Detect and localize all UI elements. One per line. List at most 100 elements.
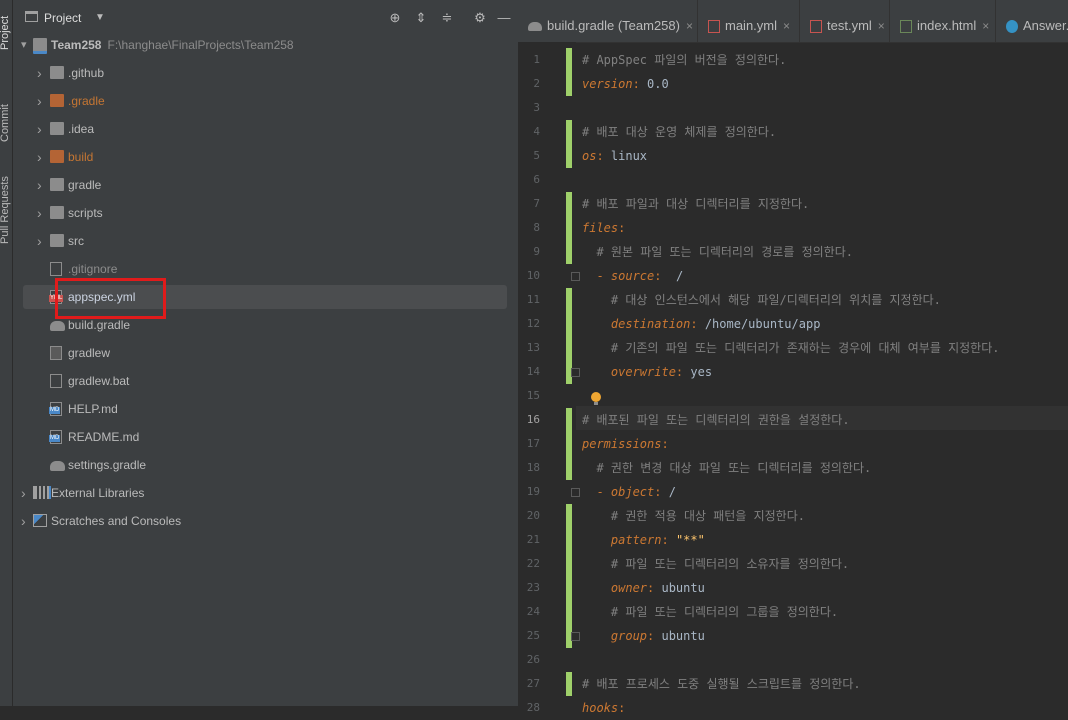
yml-icon <box>810 20 822 34</box>
tree-item-label: src <box>68 229 84 253</box>
code-token: destination <box>582 317 691 331</box>
tree-item-build[interactable]: › build <box>13 145 518 169</box>
chevron-right-icon[interactable]: › <box>37 117 47 141</box>
tree-item-settings-gradle[interactable]: settings.gradle <box>13 453 518 477</box>
code-token: # 배포 대상 운영 체제를 정의한다. <box>582 125 777 139</box>
chevron-right-icon[interactable]: › <box>37 229 47 253</box>
module-folder-icon <box>33 38 47 54</box>
code-token: # 파일 또는 디렉터리의 그룹을 정의한다. <box>582 605 839 619</box>
tree-item-idea[interactable]: › .idea <box>13 117 518 141</box>
code-token: pattern <box>582 533 662 547</box>
tree-item-readme-md[interactable]: MD README.md <box>13 425 518 449</box>
chevron-down-icon[interactable]: ▼ <box>95 12 105 23</box>
project-panel: Project ▼ ⊕ ⇕ ≑ ⚙ — ▾ Team258 F:\hanghae\F… <box>13 0 518 706</box>
code-area[interactable]: # AppSpec 파일의 버전을 정의한다. version: 0.0 # 배포 … <box>518 42 1068 715</box>
chevron-right-icon[interactable]: › <box>37 145 47 169</box>
tree-item-gradle[interactable]: › .gradle <box>13 89 518 113</box>
close-icon[interactable]: × <box>686 19 693 33</box>
code-line: # 배포된 파일 또는 디렉터리의 권한을 설정한다. <box>582 408 850 432</box>
code-line: # 기존의 파일 또는 디렉터리가 존재하는 경우에 대체 여부를 지정한다. <box>582 336 1000 360</box>
code-token: # AppSpec 파일의 버전을 정의한다. <box>582 53 787 67</box>
chevron-right-icon[interactable]: › <box>37 173 47 197</box>
tree-item-scratches-and-consoles[interactable]: › Scratches and Consoles <box>13 509 518 533</box>
folder-icon <box>50 122 64 135</box>
intention-bulb-icon[interactable] <box>591 392 601 405</box>
chevron-right-icon[interactable]: › <box>37 89 47 113</box>
code-token: # 원본 파일 또는 디렉터리의 경로를 정의한다. <box>582 245 853 259</box>
chevron-right-icon[interactable]: › <box>21 509 31 533</box>
code-token: : <box>647 629 662 643</box>
tree-item-gradle[interactable]: › gradle <box>13 173 518 197</box>
chevron-right-icon[interactable]: › <box>37 61 47 85</box>
tree-item-scripts[interactable]: › scripts <box>13 201 518 225</box>
tree-item-name: Team258 <box>51 38 102 52</box>
file-type-tag: MD <box>49 435 61 442</box>
tree-item-label: gradle <box>68 173 101 197</box>
code-line: overwrite: yes <box>582 360 712 384</box>
code-token: ubuntu <box>661 629 705 643</box>
tree-item-help-md[interactable]: MD HELP.md <box>13 397 518 421</box>
tree-item-name: README.md <box>68 430 140 444</box>
code-token: version <box>582 77 633 91</box>
code-token: : <box>661 437 669 451</box>
tree-item-gradlew-bat[interactable]: gradlew.bat <box>13 369 518 393</box>
code-line: version: 0.0 <box>582 72 669 96</box>
editor-tab-label: Answer.j <box>1023 18 1068 33</box>
editor-tab[interactable]: main.yml × <box>698 0 800 42</box>
tree-item-team258[interactable]: ▾ Team258 F:\hanghae\FinalProjects\Team258 <box>13 33 518 57</box>
code-line: # 권한 적용 대상 패턴을 지정한다. <box>582 504 805 528</box>
editor-tab-label: build.gradle (Team258) <box>547 18 680 33</box>
code-token: "**" <box>675 533 705 547</box>
editor-tab-label: test.yml <box>827 18 872 33</box>
hide-icon[interactable]: — <box>496 10 512 26</box>
close-icon[interactable]: × <box>982 19 989 33</box>
editor-tab[interactable]: Answer.j <box>996 0 1068 42</box>
expand-all-icon[interactable]: ⇕ <box>413 10 429 26</box>
code-token: os <box>582 149 597 163</box>
tree-item-github[interactable]: › .github <box>13 61 518 85</box>
locate-icon[interactable]: ⊕ <box>387 10 403 26</box>
tree-item-gradlew[interactable]: gradlew <box>13 341 518 365</box>
code-line: pattern: "**" <box>582 528 705 552</box>
toolstrip-tab-project[interactable]: Project <box>0 16 11 50</box>
gradle-icon <box>528 22 542 32</box>
code-token: linux <box>610 149 648 163</box>
toolstrip-tab-pull-requests[interactable]: Pull Requests <box>0 176 11 244</box>
code-token: / <box>675 269 684 283</box>
chevron-right-icon[interactable]: › <box>37 201 47 225</box>
code-token: - <box>582 269 611 283</box>
project-view-selector[interactable]: Project <box>44 11 81 25</box>
tree-item-src[interactable]: › src <box>13 229 518 253</box>
shell-file-icon <box>50 346 62 360</box>
editor-tab[interactable]: build.gradle (Team258) × <box>518 0 698 42</box>
toolstrip-tab-commit[interactable]: Commit <box>0 104 11 142</box>
chevron-right-icon[interactable]: › <box>21 481 31 505</box>
tree-item-name: settings.gradle <box>68 458 147 472</box>
code-token: : <box>690 317 705 331</box>
editor-tab-label: main.yml <box>725 18 778 33</box>
tree-item-label: scripts <box>68 201 103 225</box>
code-token: # 권한 적용 대상 패턴을 지정한다. <box>582 509 805 523</box>
code-token: # 기존의 파일 또는 디렉터리가 존재하는 경우에 대체 여부를 지정한다. <box>582 341 1000 355</box>
tree-item-external-libraries[interactable]: › External Libraries <box>13 481 518 505</box>
close-icon[interactable]: × <box>878 19 885 33</box>
close-icon[interactable]: × <box>783 19 790 33</box>
folder-icon <box>50 66 64 79</box>
file-icon <box>50 262 62 276</box>
editor-tab[interactable]: test.yml × <box>800 0 890 42</box>
code-token: owner <box>582 581 648 595</box>
libraries-icon <box>33 486 51 499</box>
gear-icon[interactable]: ⚙ <box>472 10 488 26</box>
yml-icon <box>708 20 720 34</box>
chevron-down-icon[interactable]: ▾ <box>21 33 31 57</box>
tree-item-label: gradlew.bat <box>68 369 129 393</box>
editor-tab[interactable]: index.html × <box>890 0 996 42</box>
tree-item-name: .gitignore <box>68 262 118 276</box>
tree-item-label: settings.gradle <box>68 453 146 477</box>
code-line: # 파일 또는 디렉터리의 그룹을 정의한다. <box>582 600 838 624</box>
tree-item-label: .gradle <box>68 89 105 113</box>
md-file-icon: MD <box>49 402 62 416</box>
md-file-icon: MD <box>49 430 62 444</box>
folder-icon <box>50 178 64 191</box>
collapse-all-icon[interactable]: ≑ <box>439 10 455 26</box>
